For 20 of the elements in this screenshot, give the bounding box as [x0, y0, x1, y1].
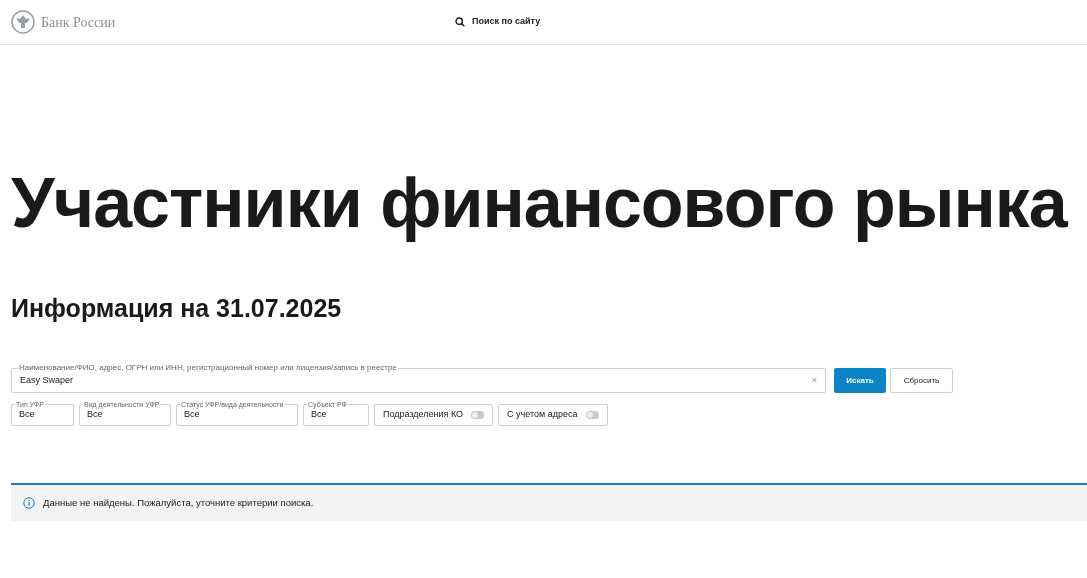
search-button[interactable]: Искать — [834, 368, 886, 393]
emblem-icon[interactable] — [11, 10, 35, 34]
clear-button[interactable]: × — [811, 373, 817, 388]
toggle-switch[interactable] — [471, 411, 485, 419]
field-value: Easy Swaper — [20, 373, 75, 387]
reset-button[interactable]: Сбросить — [890, 368, 953, 393]
search-icon[interactable] — [455, 17, 465, 27]
toggle-label: Подразделения КО — [383, 408, 464, 422]
field-value: Все — [184, 409, 200, 422]
page-title: Участники финансового рынка — [11, 163, 1069, 243]
no-results-message: Данные не найдены. Пожалуйста, уточните критерии поиска. — [43, 495, 314, 510]
field-value: Все — [87, 409, 103, 422]
site-search-link[interactable]: Поиск по сайту — [472, 15, 541, 29]
toggle-label: С учетом адреса — [507, 408, 578, 422]
info-date-heading: Информация на 31.07.2025 — [11, 293, 343, 323]
field-value: Все — [19, 408, 35, 422]
info-icon — [23, 497, 35, 509]
field-value: Все — [311, 409, 327, 422]
toggle-switch[interactable] — [585, 411, 599, 419]
field-label: Наименование/ФИО, адрес, ОГРН или ИНН, регистрационный номер или лицензия/запись в реестре — [18, 363, 398, 373]
